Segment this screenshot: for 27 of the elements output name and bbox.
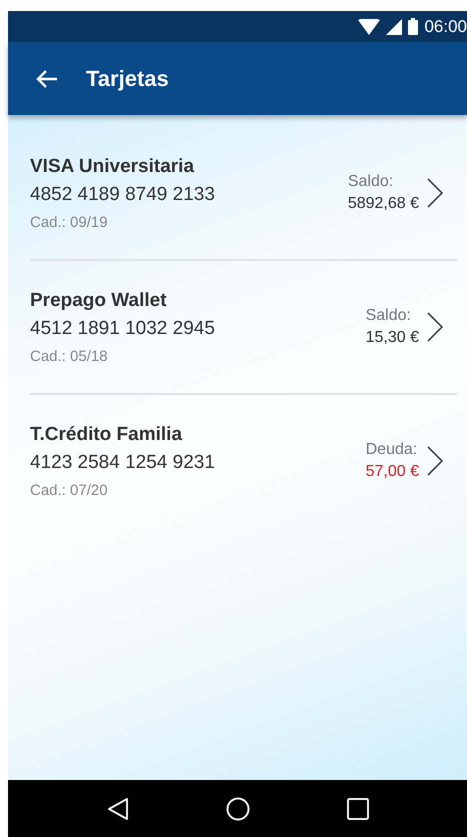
screen-title: Tarjetas bbox=[86, 66, 169, 92]
back-arrow-icon bbox=[36, 68, 58, 88]
card-name: VISA Universitaria bbox=[30, 156, 196, 178]
chevron-right-icon[interactable] bbox=[427, 312, 443, 342]
card-expiry: Cad.: 09/19 bbox=[30, 214, 109, 230]
chevron-right-icon[interactable] bbox=[427, 446, 443, 476]
amount-label: Saldo: bbox=[348, 173, 394, 191]
battery-icon bbox=[408, 18, 418, 35]
card-name: Prepago Wallet bbox=[30, 290, 168, 312]
card-number: 4512 1891 1032 2945 bbox=[30, 318, 216, 340]
chevron-right-icon[interactable] bbox=[427, 178, 443, 208]
card-name: T.Crédito Familia bbox=[30, 424, 184, 446]
back-icon[interactable] bbox=[106, 796, 128, 820]
amount-value: 5892,68 € bbox=[348, 195, 419, 213]
home-icon[interactable] bbox=[226, 796, 250, 820]
card-number: 4852 4189 8749 2133 bbox=[30, 184, 216, 206]
card-expiry: Cad.: 05/18 bbox=[30, 348, 109, 364]
amount-label: Deuda: bbox=[366, 441, 418, 459]
amount-label: Saldo: bbox=[366, 307, 411, 325]
signal-icon bbox=[386, 18, 402, 34]
card-expiry: Cad.: 07/20 bbox=[30, 482, 109, 498]
amount-value: 57,00 € bbox=[366, 463, 419, 481]
status-time: 06:00 bbox=[424, 16, 467, 36]
wifi-icon bbox=[358, 18, 380, 34]
amount-value: 15,30 € bbox=[366, 329, 419, 347]
card-number: 4123 2584 1254 9231 bbox=[30, 452, 216, 474]
recents-icon[interactable] bbox=[346, 798, 368, 820]
